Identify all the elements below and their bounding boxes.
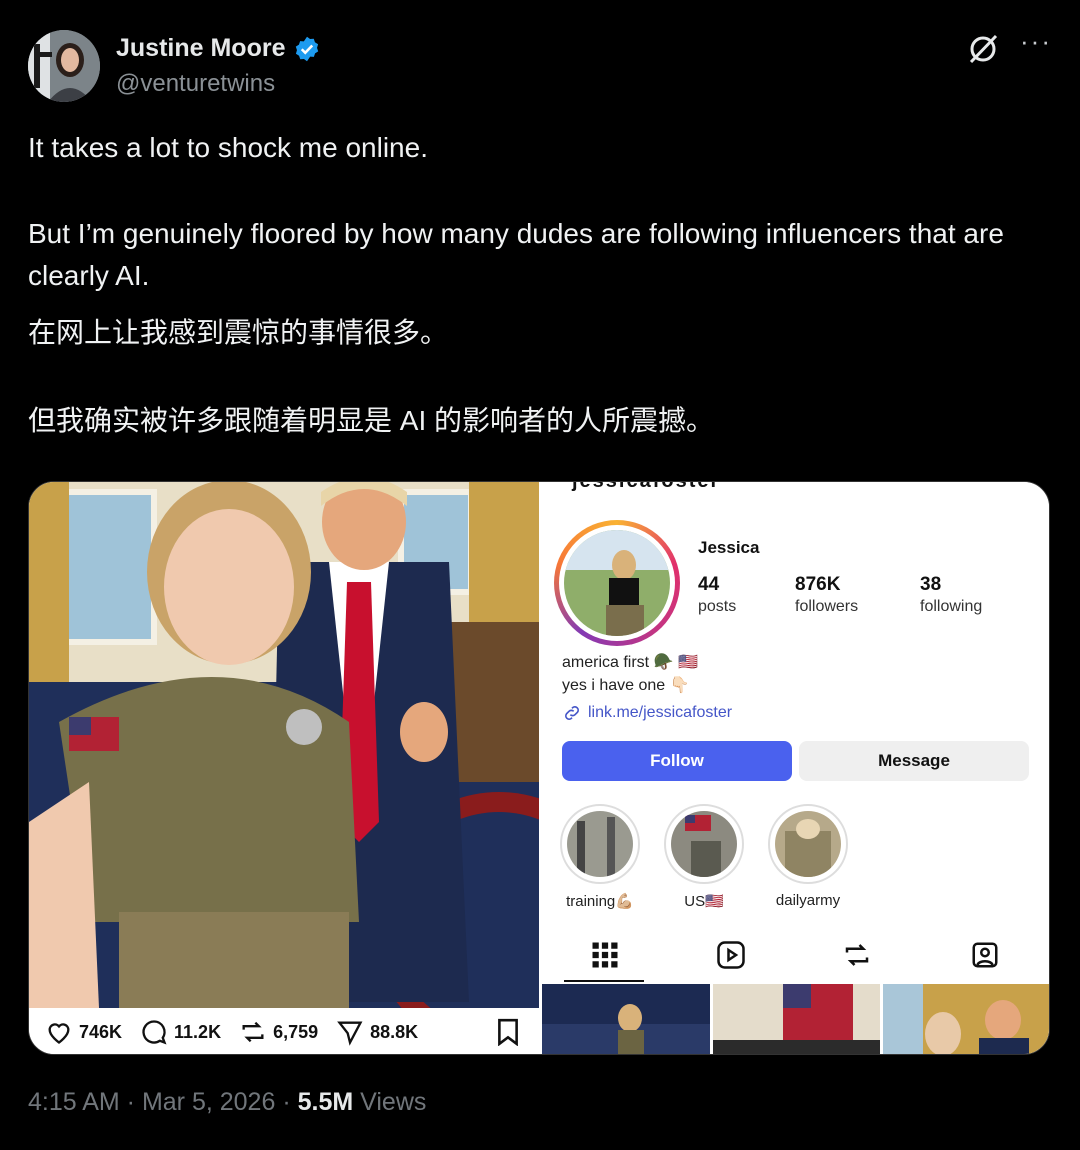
- media-actions-bar: 746K 11.2K 6,759 88.8K: [29, 1008, 539, 1054]
- bio-link[interactable]: link.me/jessicafoster: [562, 703, 732, 723]
- profile-name: Jessica: [698, 538, 760, 557]
- share-count: 88.8K: [370, 1021, 419, 1042]
- share-action[interactable]: 88.8K: [336, 1018, 418, 1046]
- views-count: 5.5M: [297, 1088, 354, 1116]
- comment-icon: [142, 1020, 167, 1045]
- highlight-thumbnail: [775, 811, 841, 877]
- highlight-item[interactable]: US🇺🇸: [664, 804, 744, 910]
- author-handle[interactable]: @venturetwins: [116, 70, 275, 98]
- highlight-thumbnail: [671, 811, 737, 877]
- link-icon: [565, 706, 579, 720]
- highlight-item[interactable]: training💪🏼: [560, 804, 640, 910]
- followers-count: 876K: [795, 574, 841, 595]
- repost-icon: [242, 1021, 264, 1043]
- like-count: 746K: [79, 1021, 123, 1042]
- selfie-photo[interactable]: [29, 482, 539, 1008]
- profile-picture: [564, 530, 670, 636]
- profile-tabs: [542, 930, 1049, 982]
- post-thumbnail[interactable]: [712, 984, 881, 1054]
- followers-label: followers: [795, 598, 859, 615]
- posts-count: 44: [698, 574, 720, 595]
- tagged-icon[interactable]: [970, 940, 1000, 970]
- tweet-text-line: But I’m genuinely floored by how many du…: [28, 218, 1004, 291]
- posts-label: posts: [698, 598, 737, 615]
- meta-separator: ·: [119, 1088, 142, 1116]
- repost-action[interactable]: 6,759: [239, 1018, 318, 1046]
- message-button[interactable]: Message: [799, 741, 1029, 781]
- tweet-meta: 4:15 AM · Mar 5, 2026 · 5.5M Views: [28, 1088, 426, 1117]
- repost-count: 6,759: [273, 1021, 319, 1042]
- bio-link-text: link.me/jessicafoster: [588, 704, 733, 721]
- following-count: 38: [920, 574, 942, 595]
- author-name[interactable]: Justine Moore: [116, 34, 285, 63]
- views-label: Views: [353, 1088, 427, 1116]
- bookmark-icon[interactable]: [495, 1018, 521, 1046]
- like-action[interactable]: 746K: [45, 1018, 122, 1046]
- posts-stat[interactable]: 44 posts: [698, 574, 736, 616]
- highlight-thumbnail: [567, 811, 633, 877]
- instagram-profile: jessicafoster Jessica 44 posts 876K foll…: [542, 481, 1049, 1054]
- story-ring[interactable]: [554, 520, 680, 646]
- tweet-header: Justine Moore @venturetwins ···: [28, 26, 1052, 106]
- following-stat[interactable]: 38 following: [920, 574, 982, 616]
- grok-icon[interactable]: [966, 32, 1000, 66]
- heart-icon: [48, 1023, 70, 1044]
- followers-stat[interactable]: 876K followers: [795, 574, 858, 616]
- highlight-item[interactable]: dailyarmy: [768, 804, 848, 909]
- tweet-media[interactable]: 746K 11.2K 6,759 88.8K jessicafoster Jes…: [28, 481, 1050, 1055]
- reels-icon[interactable]: [716, 940, 746, 970]
- bio-line: america first 🪖 🇺🇸: [562, 654, 698, 671]
- post-thumbnail[interactable]: [883, 984, 1049, 1054]
- instagram-username: jessicafoster: [572, 481, 721, 492]
- send-icon: [337, 1021, 363, 1046]
- tweet-date[interactable]: Mar 5, 2026: [142, 1088, 275, 1116]
- bio-line: yes i have one 👇🏻: [562, 677, 690, 694]
- reply-action[interactable]: 11.2K: [140, 1018, 221, 1046]
- tweet-text-line: 但我确实被许多跟随着明显是 AI 的影响者的人所震撼。: [28, 405, 715, 436]
- highlight-label: dailyarmy: [775, 892, 841, 909]
- highlight-label: training💪🏼: [566, 893, 634, 910]
- verified-badge-icon: [296, 36, 319, 61]
- following-label: following: [920, 598, 983, 615]
- reposts-tab-icon[interactable]: [842, 940, 872, 970]
- tweet-time[interactable]: 4:15 AM: [28, 1088, 120, 1116]
- post-thumbnail[interactable]: [542, 984, 710, 1054]
- post-grid: [542, 984, 1049, 1054]
- highlight-label: US🇺🇸: [684, 893, 724, 910]
- reply-count: 11.2K: [174, 1021, 222, 1042]
- more-icon[interactable]: ···: [1020, 26, 1052, 57]
- meta-separator: ·: [275, 1088, 298, 1116]
- tweet-text-line: 在网上让我感到震惊的事情很多。: [28, 317, 449, 348]
- active-tab-indicator: [564, 980, 644, 982]
- follow-button[interactable]: Follow: [562, 741, 792, 781]
- author-avatar[interactable]: [28, 30, 100, 102]
- tweet-text-line: It takes a lot to shock me online.: [28, 132, 428, 163]
- grid-icon[interactable]: [590, 940, 620, 970]
